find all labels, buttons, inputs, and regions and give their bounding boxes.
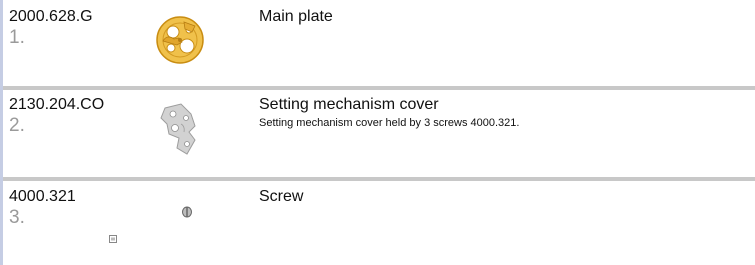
part-row[interactable]: 2130.204.CO 2. Setting mechanism cover S…	[3, 88, 755, 180]
part-number: 4000.321	[9, 188, 76, 205]
row-index: 3.	[9, 207, 25, 228]
flag-icon	[109, 230, 117, 243]
part-row[interactable]: 2000.628.G 1. Main plate	[3, 0, 755, 88]
main-plate-gold-icon[interactable]	[151, 8, 209, 72]
part-number: 2130.204.CO	[9, 96, 105, 113]
screw-icon[interactable]	[151, 188, 209, 252]
part-row[interactable]: 4000.321 3. Screw	[3, 180, 755, 265]
row-index: 2.	[9, 115, 25, 136]
part-title: Main plate	[259, 8, 333, 25]
setting-cover-silver-icon[interactable]	[151, 96, 209, 160]
part-title: Screw	[259, 188, 304, 205]
part-description: Setting mechanism cover held by 3 screws…	[259, 117, 520, 129]
part-number: 2000.628.G	[9, 8, 93, 25]
part-title: Setting mechanism cover	[259, 96, 439, 113]
row-index: 1.	[9, 27, 25, 48]
